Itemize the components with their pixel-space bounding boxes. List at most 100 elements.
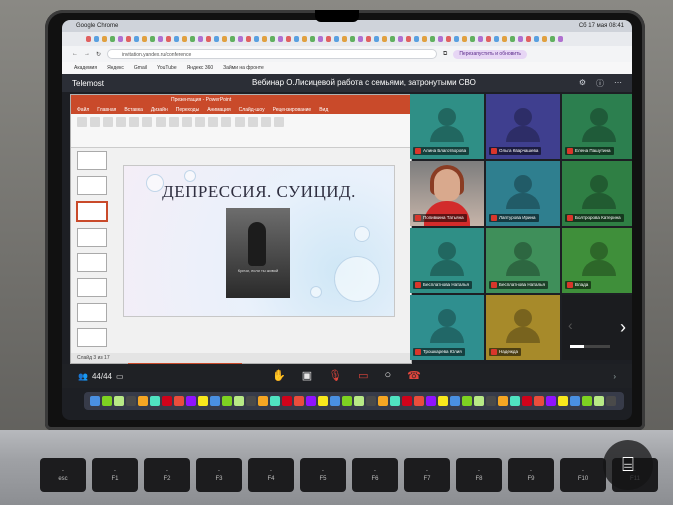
bookmark-item[interactable]: YouTube — [157, 65, 177, 71]
ribbon-button[interactable] — [261, 117, 271, 127]
browser-tab[interactable] — [414, 36, 419, 42]
chat-icon[interactable]: ▭ — [116, 372, 124, 381]
dock-app-icon[interactable] — [486, 396, 496, 406]
browser-tab[interactable] — [254, 36, 259, 42]
participant-tile[interactable]: Елена Пашутина — [562, 94, 632, 159]
back-icon[interactable]: ← — [72, 51, 78, 57]
browser-tab[interactable] — [478, 36, 483, 42]
browser-tab[interactable] — [206, 36, 211, 42]
browser-tab-strip[interactable] — [62, 32, 632, 46]
browser-tab[interactable] — [150, 36, 155, 42]
dock-app-icon[interactable] — [534, 396, 544, 406]
browser-tab[interactable] — [198, 36, 203, 42]
slide-thumbnail[interactable] — [77, 278, 107, 297]
screen-share-icon[interactable]: ▣ — [302, 369, 312, 382]
forward-icon[interactable]: → — [84, 51, 90, 57]
ppt-tab[interactable]: Главная — [97, 107, 116, 113]
participant-tile[interactable]: Бесплатнова Наталья — [486, 228, 560, 293]
dock-app-icon[interactable] — [438, 396, 448, 406]
bookmark-item[interactable]: Яндекс — [107, 65, 124, 71]
browser-tab[interactable] — [446, 36, 451, 42]
browser-tab[interactable] — [406, 36, 411, 42]
dock-app-icon[interactable] — [282, 396, 292, 406]
slide-thumbnail[interactable] — [77, 228, 107, 247]
slide-thumbnail-selected[interactable] — [76, 201, 108, 222]
participant-tile[interactable]: Алина Благотворова — [410, 94, 484, 159]
browser-tab[interactable] — [86, 36, 91, 42]
chevron-right-icon[interactable]: › — [613, 372, 616, 381]
browser-tab[interactable] — [350, 36, 355, 42]
more-icon[interactable]: ⋯ — [614, 78, 622, 89]
browser-tab[interactable] — [494, 36, 499, 42]
browser-tab[interactable] — [174, 36, 179, 42]
browser-tab[interactable] — [542, 36, 547, 42]
browser-tab[interactable] — [214, 36, 219, 42]
ribbon-button[interactable] — [142, 117, 152, 127]
browser-tab[interactable] — [190, 36, 195, 42]
browser-tab[interactable] — [462, 36, 467, 42]
dock-app-icon[interactable] — [354, 396, 364, 406]
dock-app-icon[interactable] — [582, 396, 592, 406]
dock-app-icon[interactable] — [270, 396, 280, 406]
bookmark-item[interactable]: Академия — [74, 65, 97, 71]
browser-tab[interactable] — [398, 36, 403, 42]
extensions-icon[interactable]: ⧉ — [443, 51, 447, 58]
browser-tab[interactable] — [334, 36, 339, 42]
browser-tab[interactable] — [118, 36, 123, 42]
reactions-icon[interactable]: ○ — [384, 369, 391, 382]
ppt-tab[interactable]: Дизайн — [151, 107, 168, 113]
ppt-tab[interactable]: Файл — [77, 107, 89, 113]
browser-tab[interactable] — [422, 36, 427, 42]
browser-tab[interactable] — [222, 36, 227, 42]
participant-tile[interactable]: Влада — [562, 228, 632, 293]
ribbon-button[interactable] — [156, 117, 166, 127]
dock-app-icon[interactable] — [306, 396, 316, 406]
ribbon-button[interactable] — [208, 117, 218, 127]
browser-tab[interactable] — [182, 36, 187, 42]
browser-tab[interactable] — [518, 36, 523, 42]
browser-tab[interactable] — [454, 36, 459, 42]
browser-tab[interactable] — [246, 36, 251, 42]
dock-app-icon[interactable] — [330, 396, 340, 406]
dock-app-icon[interactable] — [414, 396, 424, 406]
ribbon-button[interactable] — [103, 117, 113, 127]
browser-tab[interactable] — [238, 36, 243, 42]
browser-tab[interactable] — [158, 36, 163, 42]
dock-app-icon[interactable] — [558, 396, 568, 406]
ppt-tab[interactable]: Рецензирование — [273, 107, 312, 113]
ribbon-button[interactable] — [221, 117, 231, 127]
ribbon-button[interactable] — [169, 117, 179, 127]
ribbon-button[interactable] — [90, 117, 100, 127]
dock-app-icon[interactable] — [90, 396, 100, 406]
browser-tab[interactable] — [134, 36, 139, 42]
browser-tab[interactable] — [262, 36, 267, 42]
ribbon-button[interactable] — [274, 117, 284, 127]
dock-app-icon[interactable] — [510, 396, 520, 406]
browser-tab[interactable] — [94, 36, 99, 42]
browser-tab[interactable] — [278, 36, 283, 42]
dock-app-icon[interactable] — [594, 396, 604, 406]
ribbon-button[interactable] — [248, 117, 258, 127]
browser-tab[interactable] — [286, 36, 291, 42]
raise-hand-icon[interactable]: ✋ — [272, 369, 286, 382]
slide-thumbnail[interactable] — [77, 151, 107, 170]
browser-tab[interactable] — [126, 36, 131, 42]
browser-tab[interactable] — [318, 36, 323, 42]
dock-app-icon[interactable] — [210, 396, 220, 406]
participants-icon[interactable]: 👥 — [78, 372, 88, 381]
dock-app-icon[interactable] — [402, 396, 412, 406]
browser-tab[interactable] — [270, 36, 275, 42]
browser-tab[interactable] — [230, 36, 235, 42]
participant-tile[interactable]: Трошкарева Юлия — [410, 295, 484, 360]
dock-app-icon[interactable] — [150, 396, 160, 406]
ribbon-button[interactable] — [182, 117, 192, 127]
dock-app-icon[interactable] — [162, 396, 172, 406]
dock-app-icon[interactable] — [294, 396, 304, 406]
dock-app-icon[interactable] — [102, 396, 112, 406]
browser-tab[interactable] — [310, 36, 315, 42]
reload-icon[interactable]: ↻ — [96, 51, 101, 58]
camera-off-icon[interactable]: ▭ — [358, 369, 368, 382]
ribbon-button[interactable] — [77, 117, 87, 127]
browser-tab[interactable] — [438, 36, 443, 42]
ribbon-button[interactable] — [116, 117, 126, 127]
